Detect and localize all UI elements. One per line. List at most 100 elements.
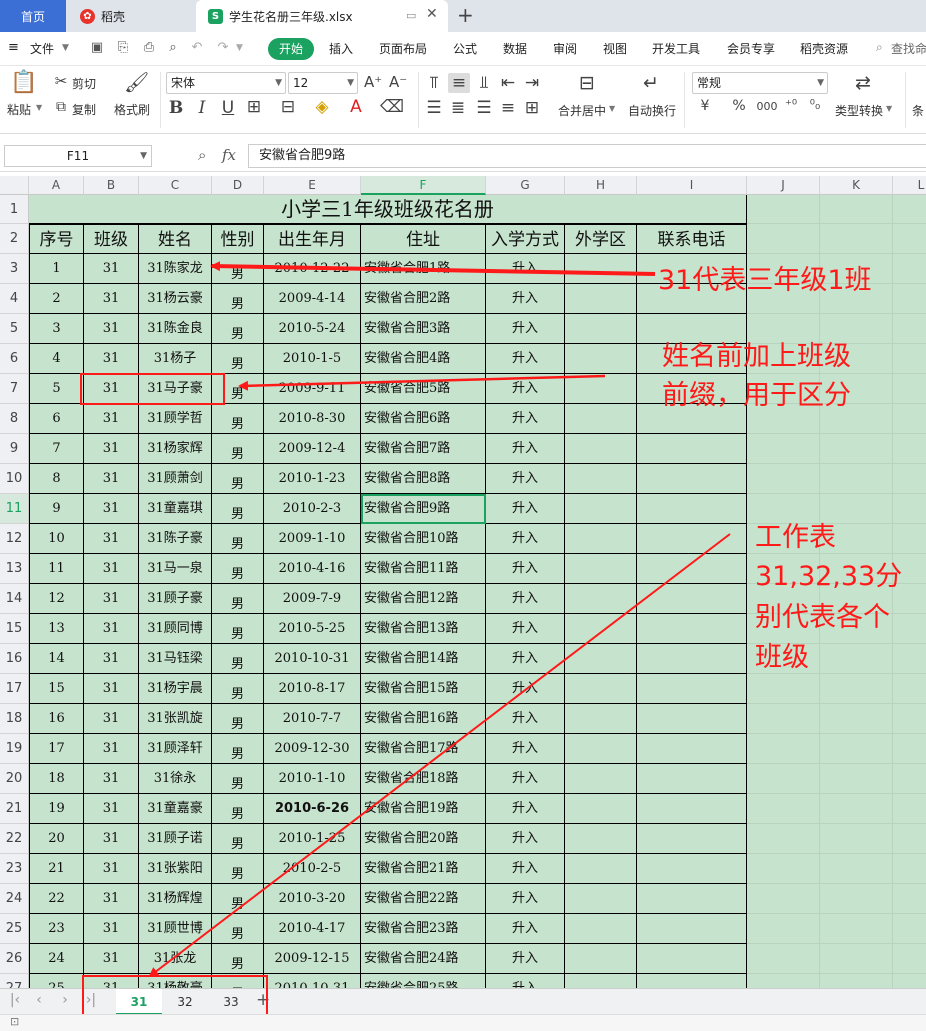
merge-center-button[interactable]: 合并居中 (558, 102, 606, 119)
align-middle-icon[interactable]: ≡ (448, 73, 470, 93)
next-sheet-icon[interactable]: › (56, 992, 74, 1008)
paste-button[interactable]: 粘贴 (7, 101, 31, 118)
tab-home-label: 首页 (20, 9, 45, 24)
name-box[interactable]: F11 ▼ (4, 145, 152, 167)
number-format-value: 常规 (697, 76, 722, 90)
chevron-down-icon: ▼ (62, 43, 69, 53)
undo-icon[interactable]: ↶ (188, 39, 206, 57)
format-painter-icon[interactable]: 🖌 (124, 70, 149, 94)
annotation-sheet-line1: 工作表 (755, 522, 836, 553)
annotation-sheet-line3: 别代表各个 (755, 602, 890, 633)
menu-tab-view[interactable]: 视图 (603, 40, 627, 57)
hamburger-icon[interactable]: ≡ (8, 40, 19, 55)
menu-tab-member[interactable]: 会员专享 (727, 40, 775, 57)
macro-record-icon[interactable]: ⊡ (10, 1015, 19, 1028)
search-icon[interactable]: ⌕ (876, 40, 883, 55)
align-top-icon[interactable]: ⫪ (424, 73, 444, 93)
align-center-icon[interactable]: ≣ (448, 98, 468, 118)
font-color-icon[interactable]: A (346, 97, 366, 117)
conditional-format-button[interactable]: 条 (912, 102, 924, 119)
close-tab-icon[interactable]: ✕ (426, 6, 438, 22)
ribbon-toolbar: 📋 粘贴 ▼ ✂ 剪切 ⧉ 复制 🖌 格式刷 宋体 ▼ 12 ▼ A⁺ A⁻ B… (0, 66, 926, 134)
font-size-combo[interactable]: 12 ▼ (288, 72, 358, 94)
search-command[interactable]: 查找命 (891, 40, 926, 57)
tab-spreadsheet-file[interactable]: S 学生花名册三年级.xlsx ▭ ✕ (196, 0, 448, 32)
align-bottom-icon[interactable]: ⫫ (474, 73, 494, 93)
prev-sheet-icon[interactable]: ‹ (30, 992, 48, 1008)
thousands-button[interactable]: 000 (754, 100, 780, 113)
spreadsheet-logo-icon: S (208, 8, 223, 24)
annotation-sheet-line4: 班级 (755, 642, 809, 673)
merge-chevron-icon: ▼ (609, 104, 616, 113)
fill-color-icon[interactable]: ◈ (312, 97, 332, 117)
clear-format-icon[interactable]: ⌫ (380, 97, 404, 117)
cut-button[interactable]: 剪切 (72, 75, 96, 92)
font-name-chevron-icon: ▼ (275, 78, 282, 88)
paste-icon[interactable]: 📋 (10, 70, 37, 95)
indent-decrease-icon[interactable]: ⇤ (498, 73, 518, 93)
copy-button[interactable]: 复制 (72, 101, 96, 118)
align-right-icon[interactable]: ☰ (474, 98, 494, 118)
new-tab-button[interactable]: + (457, 3, 474, 27)
annotation-sheet-line2: 31,32,33分 (755, 561, 903, 592)
menu-tab-data[interactable]: 数据 (503, 40, 527, 57)
italic-button[interactable]: I (194, 98, 210, 118)
menu-tab-insert[interactable]: 插入 (329, 40, 353, 57)
window-restore-icon[interactable]: ▭ (406, 9, 416, 22)
decrease-font-icon[interactable]: A⁻ (389, 73, 407, 91)
number-format-chevron-icon: ▼ (817, 78, 824, 88)
scissors-icon[interactable]: ✂ (52, 72, 70, 90)
zoom-icon[interactable]: ⌕ (198, 146, 206, 164)
font-name-combo[interactable]: 宋体 ▼ (166, 72, 286, 94)
percent-button[interactable]: % (730, 98, 748, 114)
bold-button[interactable]: B (168, 98, 184, 118)
justify-icon[interactable]: ≡ (498, 98, 518, 118)
ribbon-divider (684, 72, 685, 128)
first-sheet-icon[interactable]: |‹ (6, 992, 24, 1008)
name-box-value: F11 (66, 149, 90, 163)
type-convert-icon[interactable]: ⇄ (852, 72, 874, 94)
annotation-arrow-2 (238, 374, 606, 391)
menu-tab-developer[interactable]: 开发工具 (652, 40, 700, 57)
increase-font-icon[interactable]: A⁺ (364, 73, 382, 91)
sheet-tabs-highlight-box (82, 975, 268, 1019)
type-convert-button[interactable]: 类型转换 (835, 102, 883, 119)
wrap-text-icon[interactable]: ↵ (638, 72, 664, 94)
menu-tab-daoke-resources[interactable]: 稻壳资源 (800, 40, 848, 57)
format-painter-button[interactable]: 格式刷 (114, 101, 150, 118)
save-icon[interactable]: ▣ (88, 39, 106, 57)
tab-daoke-label: 稻壳 (101, 9, 126, 24)
status-bar: ⊡ (0, 1014, 926, 1031)
fx-icon[interactable]: fx (222, 146, 236, 164)
tab-home[interactable]: 首页 (0, 0, 66, 32)
tab-daoke[interactable]: ✿ 稻壳 (66, 0, 194, 32)
wrap-text-button[interactable]: 自动换行 (628, 102, 676, 119)
copy-icon[interactable]: ⧉ (52, 99, 70, 115)
currency-button[interactable]: ¥ (696, 98, 714, 114)
ribbon-divider (160, 72, 161, 128)
formula-input[interactable]: 安徽省合肥9路 (248, 144, 926, 168)
align-left-icon[interactable]: ☰ (424, 98, 444, 118)
menu-tab-page-layout[interactable]: 页面布局 (379, 40, 427, 57)
print-icon[interactable]: ⎙ (140, 39, 158, 57)
distributed-icon[interactable]: ⊞ (522, 98, 542, 118)
underline-button[interactable]: U (220, 98, 236, 118)
decrease-decimal-icon[interactable]: ⁰₀ (806, 98, 824, 113)
formula-bar: F11 ▼ ⌕ fx 安徽省合肥9路 (0, 140, 926, 172)
menu-file[interactable]: 文件 (30, 40, 54, 57)
redo-icon[interactable]: ↷ (214, 39, 232, 57)
menu-tab-start[interactable]: 开始 (268, 38, 314, 60)
highlight-box-row5 (80, 373, 225, 405)
indent-increase-icon[interactable]: ⇥ (522, 73, 542, 93)
menu-tab-formula[interactable]: 公式 (453, 40, 477, 57)
merge-center-icon[interactable]: ⊟ (574, 72, 600, 94)
border-icon[interactable]: ⊞ (244, 97, 264, 117)
increase-decimal-icon[interactable]: ⁺⁰ (782, 98, 800, 113)
number-format-combo[interactable]: 常规 ▼ (692, 72, 828, 94)
print-preview-icon[interactable]: ⌕ (164, 39, 182, 57)
fill-pattern-icon[interactable]: ⊟ (278, 97, 298, 117)
menu-tab-review[interactable]: 审阅 (553, 40, 577, 57)
tab-file-label: 学生花名册三年级.xlsx (229, 9, 353, 24)
export-icon[interactable]: ⎘ (114, 39, 132, 57)
paste-chevron-icon: ▼ (36, 103, 43, 112)
